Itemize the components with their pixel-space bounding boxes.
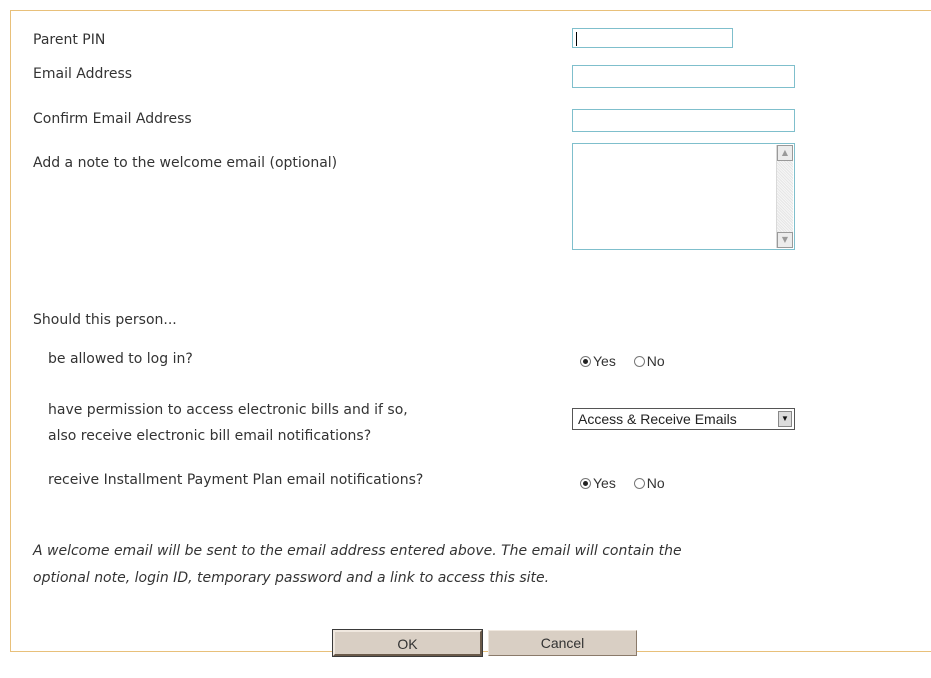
login-yes-option[interactable]: Yes xyxy=(580,353,616,369)
parent-pin-input[interactable] xyxy=(572,28,733,48)
login-no-option[interactable]: No xyxy=(633,353,665,369)
installment-radio-group: Yes No xyxy=(580,475,679,491)
email-input[interactable] xyxy=(572,65,795,88)
confirm-email-label: Confirm Email Address xyxy=(33,111,192,127)
login-yes-label: Yes xyxy=(593,353,616,369)
confirm-email-input[interactable] xyxy=(572,109,795,132)
installment-yes-option[interactable]: Yes xyxy=(580,475,616,491)
login-question: be allowed to log in? xyxy=(48,351,193,367)
textarea-scrollbar[interactable]: ▲ ▼ xyxy=(776,145,793,248)
ebills-access-select[interactable]: Access & Receive Emails ▼ xyxy=(572,408,795,430)
installment-no-label: No xyxy=(646,475,665,491)
welcome-note-label: Add a note to the welcome email (optiona… xyxy=(33,155,338,171)
text-caret xyxy=(576,32,577,46)
ebills-question-line1: have permission to access electronic bil… xyxy=(48,402,408,418)
permissions-heading: Should this person... xyxy=(33,312,177,328)
login-no-label: No xyxy=(646,353,665,369)
login-yes-radio[interactable] xyxy=(580,356,591,367)
welcome-email-notice: A welcome email will be sent to the emai… xyxy=(33,543,682,586)
email-label: Email Address xyxy=(33,66,133,82)
ebills-question-line2: also receive electronic bill email notif… xyxy=(48,428,372,444)
scroll-up-arrow-icon[interactable]: ▲ xyxy=(777,145,793,161)
welcome-note-textarea[interactable]: ▲ ▼ xyxy=(572,143,795,250)
ebills-selected-value: Access & Receive Emails xyxy=(578,411,737,427)
installment-no-option[interactable]: No xyxy=(633,475,665,491)
login-radio-group: Yes No xyxy=(580,353,679,369)
installment-question: receive Installment Payment Plan email n… xyxy=(48,472,424,488)
ok-button[interactable]: OK xyxy=(332,629,483,657)
login-no-radio[interactable] xyxy=(633,356,645,367)
installment-yes-label: Yes xyxy=(593,475,616,491)
cancel-button[interactable]: Cancel xyxy=(488,630,637,656)
installment-no-radio[interactable] xyxy=(633,478,645,489)
parent-pin-label: Parent PIN xyxy=(33,32,106,48)
scroll-down-arrow-icon[interactable]: ▼ xyxy=(777,232,793,248)
installment-yes-radio[interactable] xyxy=(580,478,591,489)
chevron-down-icon[interactable]: ▼ xyxy=(778,411,792,427)
